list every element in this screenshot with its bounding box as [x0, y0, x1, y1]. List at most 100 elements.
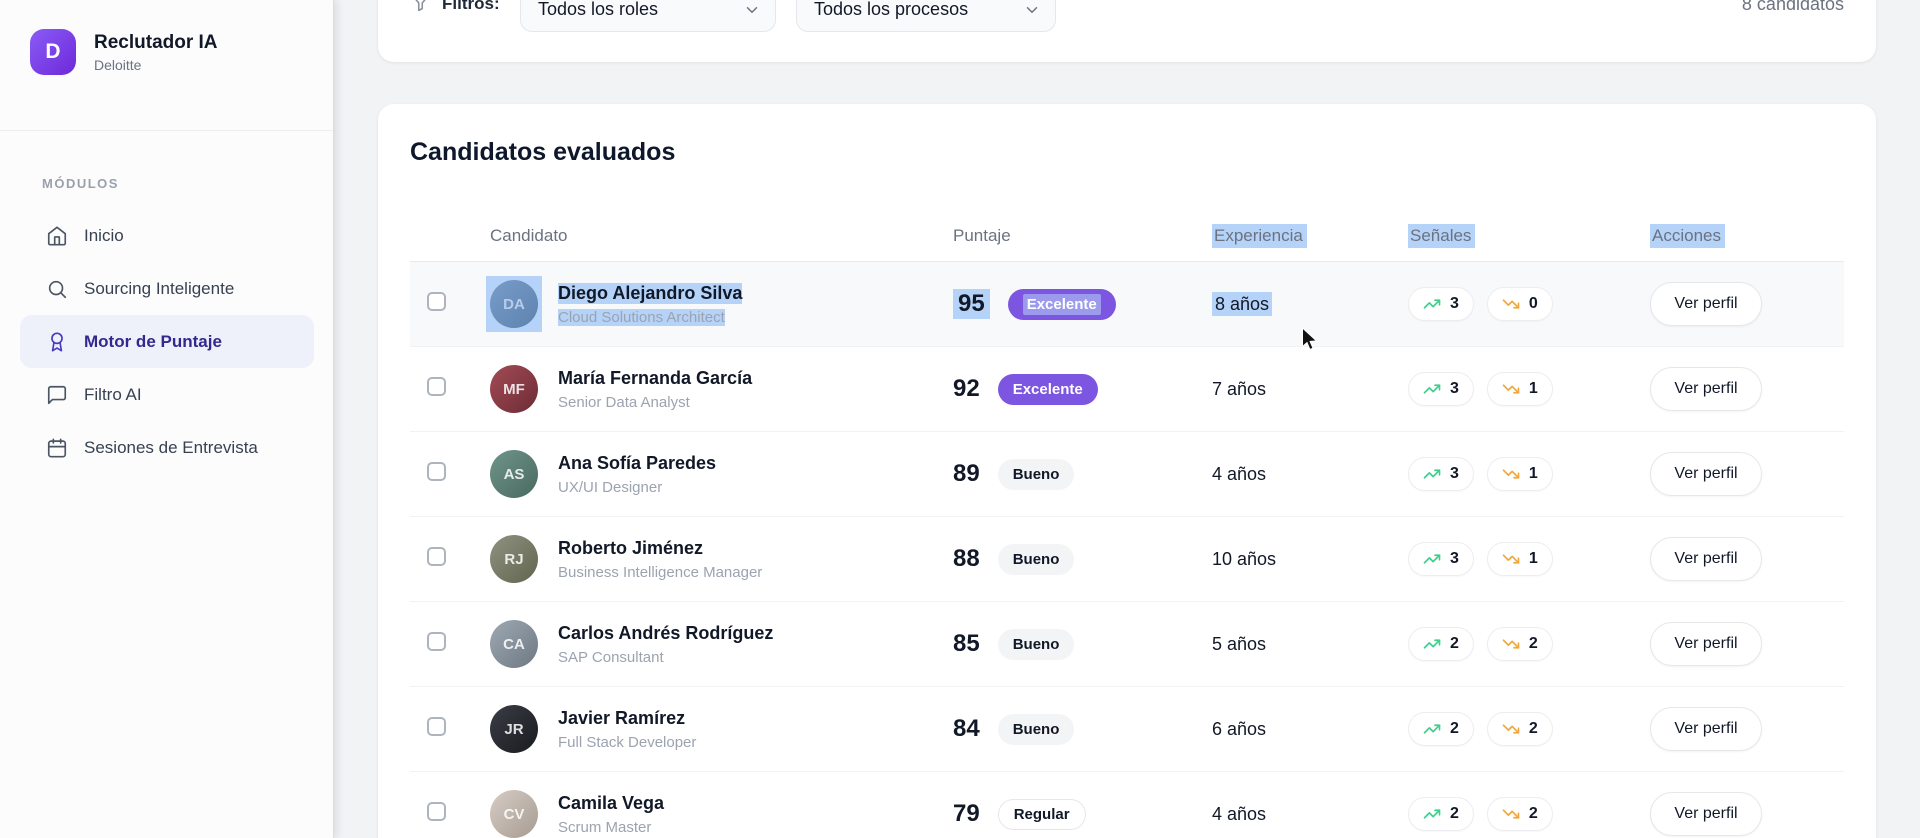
row-checkbox[interactable]: [427, 717, 446, 736]
candidate-name: Diego Alejandro Silva: [558, 282, 743, 304]
negative-signals-count: 2: [1528, 805, 1538, 822]
avatar: CV: [490, 790, 538, 838]
row-checkbox[interactable]: [427, 547, 446, 566]
sidebar-divider: [0, 130, 333, 131]
candidate-row[interactable]: JR Javier Ramírez Full Stack Developer 8…: [410, 687, 1844, 772]
view-profile-button[interactable]: Ver perfil: [1650, 622, 1762, 666]
view-profile-button[interactable]: Ver perfil: [1650, 537, 1762, 581]
org-name: Deloitte: [94, 56, 142, 73]
chevron-down-icon: [1023, 1, 1041, 19]
negative-signals-chip: 1: [1486, 542, 1553, 576]
candidate-name: Ana Sofía Paredes: [558, 452, 717, 473]
positive-signals-count: 2: [1450, 805, 1459, 822]
candidate-score: 95: [953, 289, 990, 319]
candidate-experience: 4 años: [1212, 803, 1267, 824]
trend-up-icon: [1423, 550, 1441, 568]
calendar-icon: [46, 437, 68, 459]
view-profile-button[interactable]: Ver perfil: [1650, 452, 1762, 496]
sidebar-item-filtro-ai[interactable]: Filtro AI: [20, 368, 314, 421]
candidate-row[interactable]: MF María Fernanda García Senior Data Ana…: [410, 347, 1844, 432]
row-checkbox[interactable]: [427, 462, 446, 481]
negative-signals-count: 1: [1528, 465, 1538, 482]
view-profile-button[interactable]: Ver perfil: [1650, 367, 1762, 411]
negative-signals-count: 2: [1528, 720, 1538, 737]
positive-signals-chip: 2: [1408, 797, 1474, 831]
candidate-score: 85: [953, 630, 980, 657]
row-checkbox[interactable]: [427, 292, 446, 311]
sidebar-item-label: Sourcing Inteligente: [84, 278, 235, 298]
negative-signals-chip: 2: [1486, 627, 1553, 661]
candidate-row[interactable]: DA Diego Alejandro Silva Cloud Solutions…: [410, 262, 1844, 347]
candidate-score: 84: [953, 715, 980, 742]
modules-section-label: MÓDULOS: [42, 176, 119, 191]
sidebar-item-label: Motor de Puntaje: [84, 331, 222, 351]
row-checkbox[interactable]: [427, 377, 446, 396]
column-header-senales: Señales: [1408, 224, 1650, 248]
candidate-experience: 10 años: [1212, 548, 1277, 569]
avatar: AS: [490, 450, 538, 498]
row-checkbox[interactable]: [427, 632, 446, 651]
candidate-score: 92: [953, 375, 980, 402]
score-badge: Excelente: [997, 373, 1098, 405]
candidate-name: Carlos Andrés Rodríguez: [558, 622, 774, 643]
avatar: DA: [486, 276, 542, 332]
trend-down-icon: [1502, 295, 1520, 313]
score-badge: Regular: [997, 798, 1086, 830]
view-profile-button[interactable]: Ver perfil: [1650, 792, 1762, 836]
trend-down-icon: [1502, 635, 1520, 653]
candidate-name: Roberto Jiménez: [558, 537, 704, 558]
candidate-score: 88: [953, 545, 980, 572]
filters-label: Filtros:: [442, 0, 500, 13]
row-checkbox[interactable]: [427, 802, 446, 821]
trend-up-icon: [1423, 295, 1441, 313]
negative-signals-count: 1: [1528, 550, 1538, 567]
roles-filter-select[interactable]: Todos los roles: [520, 0, 776, 32]
candidate-row[interactable]: CV Camila Vega Scrum Master 79 Regular 4…: [410, 772, 1844, 838]
negative-signals-chip: 1: [1486, 457, 1553, 491]
sidebar-item-sesiones-de-entrevista[interactable]: Sesiones de Entrevista: [20, 421, 314, 474]
view-profile-button[interactable]: Ver perfil: [1650, 282, 1762, 326]
score-badge: Bueno: [997, 713, 1075, 745]
candidate-role: Full Stack Developer: [558, 733, 697, 751]
mouse-cursor: [1301, 327, 1319, 351]
candidate-role: Business Intelligence Manager: [558, 563, 763, 581]
column-header-experiencia: Experiencia: [1212, 224, 1408, 248]
candidate-name: María Fernanda García: [558, 367, 753, 388]
candidate-experience: 6 años: [1212, 718, 1267, 739]
candidate-row[interactable]: AS Ana Sofía Paredes UX/UI Designer 89 B…: [410, 432, 1844, 517]
negative-signals-count: 1: [1528, 380, 1538, 397]
process-filter-select[interactable]: Todos los procesos: [796, 0, 1056, 32]
trend-up-icon: [1423, 635, 1441, 653]
sidebar-item-label: Filtro AI: [84, 384, 142, 404]
candidate-row[interactable]: CA Carlos Andrés Rodríguez SAP Consultan…: [410, 602, 1844, 687]
candidate-row[interactable]: RJ Roberto Jiménez Business Intelligence…: [410, 517, 1844, 602]
candidate-role: Cloud Solutions Architect: [558, 308, 725, 326]
sidebar-item-sourcing-inteligente[interactable]: Sourcing Inteligente: [20, 262, 314, 315]
negative-signals-count: 2: [1528, 635, 1538, 652]
avatar: MF: [490, 365, 538, 413]
candidates-card: Candidatos evaluados Candidato Puntaje E…: [378, 104, 1876, 838]
score-badge: Excelente: [1007, 288, 1116, 320]
positive-signals-chip: 2: [1408, 627, 1474, 661]
candidate-role: SAP Consultant: [558, 648, 664, 666]
view-profile-button[interactable]: Ver perfil: [1650, 707, 1762, 751]
negative-signals-chip: 2: [1486, 712, 1553, 746]
app-logo: D: [30, 29, 76, 75]
award-icon: [46, 331, 68, 353]
negative-signals-count: 0: [1528, 295, 1538, 312]
positive-signals-count: 3: [1450, 295, 1459, 312]
sidebar-item-motor-de-puntaje[interactable]: Motor de Puntaje: [20, 315, 314, 368]
candidate-experience: 4 años: [1212, 463, 1267, 484]
candidates-count: 8 candidatos: [1741, 0, 1844, 14]
table-header: Candidato Puntaje Experiencia Señales Ac…: [410, 211, 1844, 262]
app-name: Reclutador IA: [94, 31, 218, 53]
positive-signals-count: 2: [1450, 635, 1459, 652]
sidebar-item-label: Sesiones de Entrevista: [84, 437, 258, 457]
search-icon: [46, 278, 68, 300]
candidate-experience: 7 años: [1212, 378, 1267, 399]
candidate-score: 89: [953, 460, 980, 487]
negative-signals-chip: 0: [1486, 287, 1553, 321]
sidebar-item-inicio[interactable]: Inicio: [20, 209, 314, 262]
trend-down-icon: [1502, 550, 1520, 568]
trend-up-icon: [1423, 805, 1441, 823]
